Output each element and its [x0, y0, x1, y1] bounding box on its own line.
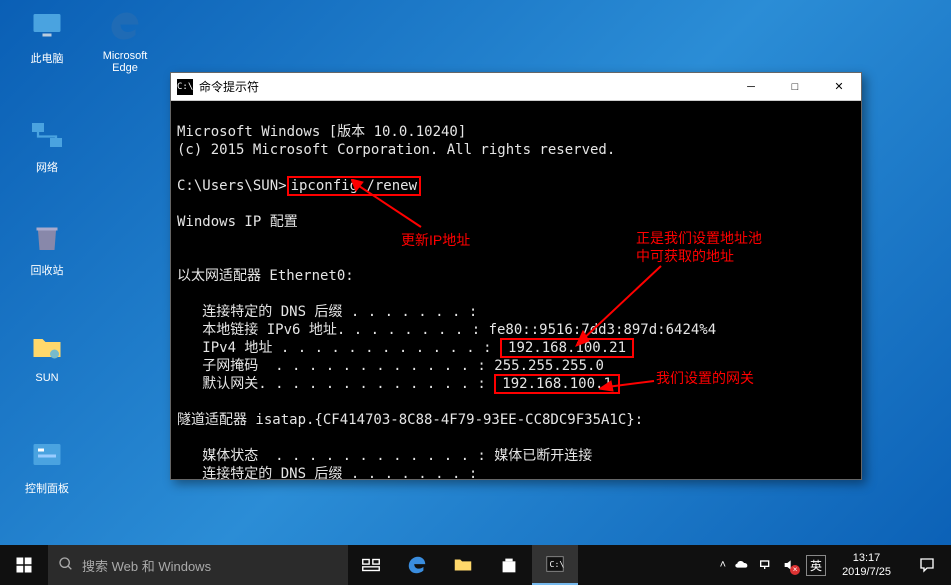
clock-date: 2019/7/25 — [842, 565, 891, 579]
console-line: 媒体状态 . . . . . . . . . . . . : — [177, 448, 494, 464]
computer-icon — [29, 8, 65, 44]
desktop-icon-network[interactable]: 网络 — [12, 115, 82, 175]
icon-label: SUN — [12, 372, 82, 384]
arrow-icon — [351, 179, 441, 239]
console-line: 连接特定的 DNS 后缀 . . . . . . . : — [177, 304, 477, 320]
tray-volume-icon[interactable]: × — [782, 557, 798, 573]
console-line: 默认网关. . . . . . . . . . . . . : — [177, 376, 494, 392]
desktop-icon-recycle-bin[interactable]: 回收站 — [12, 218, 82, 278]
maximize-button[interactable]: □ — [773, 73, 817, 101]
console-line: (c) 2015 Microsoft Corporation. All righ… — [177, 142, 615, 158]
search-icon — [58, 556, 74, 575]
console-line: 子网掩码 . . . . . . . . . . . . : — [177, 358, 494, 374]
task-view-icon — [360, 554, 382, 576]
console-line: Microsoft Windows [版本 10.0.10240] — [177, 124, 466, 140]
desktop-icon-edge[interactable]: Microsoft Edge — [90, 6, 160, 74]
taskbar-edge[interactable] — [394, 545, 440, 585]
windows-icon — [15, 556, 33, 574]
action-center-button[interactable] — [907, 545, 947, 585]
console-line: Windows IP 配置 — [177, 214, 298, 230]
media-value: 媒体已断开连接 — [494, 448, 592, 464]
tray-ime[interactable]: 英 — [806, 555, 826, 576]
tray-onedrive-icon[interactable] — [734, 557, 750, 573]
arrow-icon — [571, 261, 671, 351]
system-tray: ˄ × 英 13:17 2019/7/25 — [720, 545, 951, 585]
icon-label: Microsoft Edge — [90, 50, 160, 74]
mask-value: 255.255.255.0 — [494, 358, 604, 374]
search-box[interactable]: 搜索 Web 和 Windows — [48, 545, 348, 585]
annotation-pool: 正是我们设置地址池中可获取的地址 — [636, 229, 762, 265]
command-prompt-window: C:\ 命令提示符 ─ □ ✕ Microsoft Windows [版本 10… — [170, 72, 862, 480]
task-view-button[interactable] — [348, 545, 394, 585]
tray-network-icon[interactable] — [758, 557, 774, 573]
taskbar-clock[interactable]: 13:17 2019/7/25 — [834, 551, 899, 579]
console-output[interactable]: Microsoft Windows [版本 10.0.10240] (c) 20… — [171, 101, 861, 479]
edge-icon — [107, 8, 143, 44]
tray-chevron-up-icon[interactable]: ˄ — [720, 559, 726, 571]
folder-icon — [29, 330, 65, 366]
desktop-icon-control-panel[interactable]: 控制面板 — [12, 436, 82, 496]
taskbar-cmd[interactable]: C:\ — [532, 545, 578, 585]
desktop-icon-folder-sun[interactable]: SUN — [12, 328, 82, 384]
network-icon — [29, 117, 65, 153]
icon-label: 网络 — [12, 159, 82, 175]
icon-label: 控制面板 — [12, 480, 82, 496]
icon-label: 回收站 — [12, 262, 82, 278]
title-bar[interactable]: C:\ 命令提示符 ─ □ ✕ — [171, 73, 861, 101]
desktop-icon-this-pc[interactable]: 此电脑 — [12, 6, 82, 66]
svg-text:C:\: C:\ — [550, 559, 565, 569]
control-panel-icon — [29, 438, 65, 474]
search-placeholder: 搜索 Web 和 Windows — [82, 556, 211, 575]
taskbar-store[interactable] — [486, 545, 532, 585]
annotation-gateway: 我们设置的网关 — [656, 369, 754, 387]
clock-time: 13:17 — [842, 551, 891, 565]
close-button[interactable]: ✕ — [817, 73, 861, 101]
notification-icon — [918, 556, 936, 574]
arrow-icon — [599, 373, 659, 393]
taskbar-explorer[interactable] — [440, 545, 486, 585]
console-line: 连接特定的 DNS 后缀 . . . . . . . : — [177, 466, 477, 479]
icon-label: 此电脑 — [12, 50, 82, 66]
console-line: 隧道适配器 isatap.{CF414703-8C88-4F79-93EE-CC… — [177, 412, 643, 428]
cmd-icon: C:\ — [544, 553, 566, 575]
taskbar: 搜索 Web 和 Windows C:\ ˄ × 英 13:17 2019/7/… — [0, 545, 951, 585]
console-line: 本地链接 IPv6 地址. . . . . . . . : — [177, 322, 489, 338]
cmd-icon: C:\ — [177, 79, 193, 95]
edge-icon — [406, 554, 428, 576]
window-title: 命令提示符 — [199, 78, 729, 95]
minimize-button[interactable]: ─ — [729, 73, 773, 101]
console-line: 以太网适配器 Ethernet0: — [177, 268, 354, 284]
prompt-text: C:\Users\SUN> — [177, 178, 287, 194]
folder-icon — [452, 554, 474, 576]
console-line: IPv4 地址 . . . . . . . . . . . . : — [177, 340, 500, 356]
recycle-bin-icon — [29, 220, 65, 256]
store-icon — [498, 554, 520, 576]
start-button[interactable] — [0, 545, 48, 585]
